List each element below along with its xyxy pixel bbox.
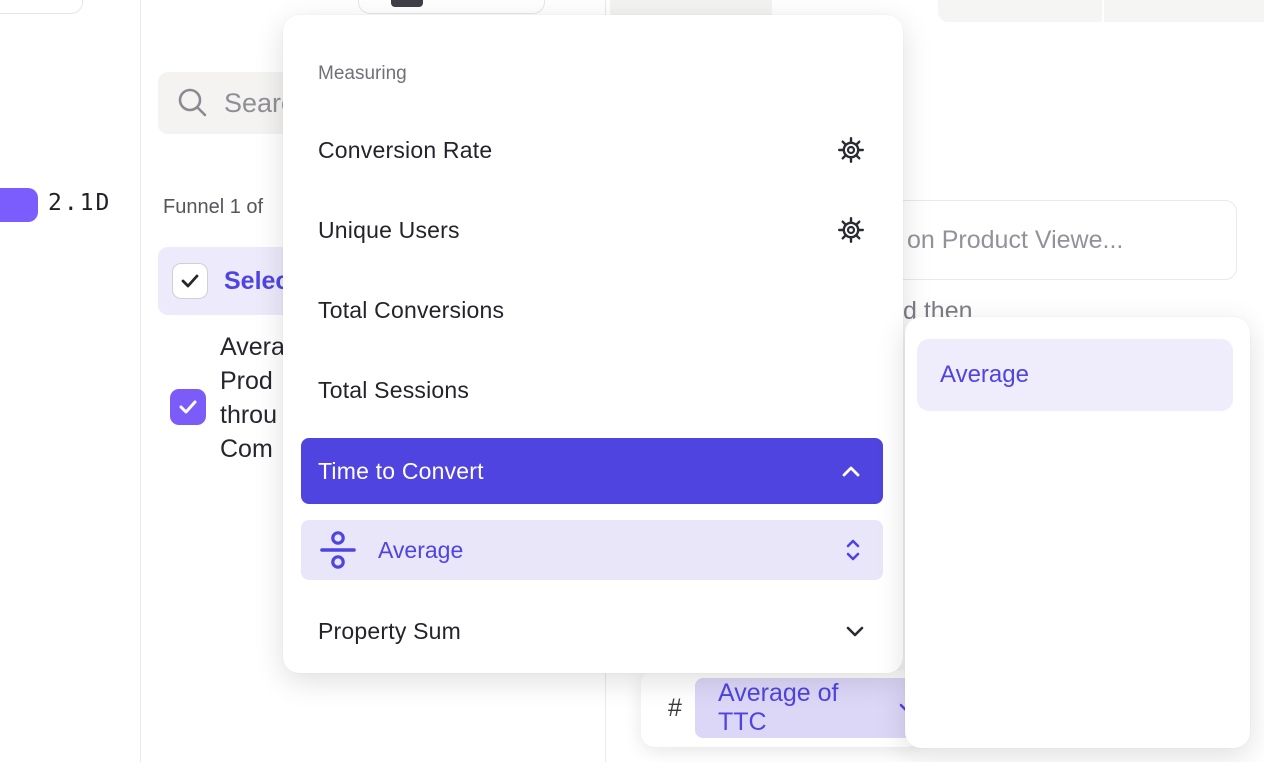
funnel-chart-icon: [391, 0, 423, 7]
menu-item-label: Average: [378, 537, 845, 564]
menu-item-label: Time to Convert: [318, 458, 484, 485]
aggregation-submenu: Average Median Percentile Minimum Maximu…: [905, 317, 1250, 748]
average-of-ttc-dropdown[interactable]: Average of TTC: [695, 678, 915, 738]
left-divider: [140, 0, 141, 762]
gear-icon[interactable]: [837, 216, 865, 244]
step-duration-badge: 2.1D: [48, 190, 111, 216]
submenu-item-label: Average: [940, 361, 1029, 389]
number-type-icon: #: [668, 694, 682, 723]
submenu-item-average[interactable]: Average: [917, 339, 1233, 411]
step-description-line: throu: [220, 398, 285, 432]
step-description-line: Com: [220, 432, 285, 466]
measuring-menu-header: Measuring: [318, 63, 407, 85]
chevron-down-icon: [845, 625, 865, 638]
check-icon: [179, 270, 201, 292]
step-description: Avera Prod throu Com: [220, 330, 285, 466]
gear-icon[interactable]: [837, 136, 865, 164]
menu-item-conversion-rate[interactable]: Conversion Rate: [283, 118, 903, 182]
event-selector-card[interactable]: on Product Viewe...: [880, 200, 1237, 280]
menu-item-total-conversions[interactable]: Total Conversions: [283, 278, 903, 342]
menu-item-label: Total Conversions: [318, 297, 504, 324]
divide-icon: [320, 529, 356, 571]
menu-item-label: Total Sessions: [318, 377, 469, 404]
menu-item-ttc-average[interactable]: Average: [301, 520, 883, 580]
funnel-count-label: Funnel 1 of: [163, 196, 263, 219]
search-icon: [176, 86, 210, 120]
top-gray-partial: [610, 0, 772, 16]
event-selector-label: on Product Viewe...: [907, 226, 1123, 255]
submenu-item-median[interactable]: Median: [905, 741, 1250, 762]
property-value-card: # Average of TTC: [641, 670, 921, 747]
menu-item-time-to-convert[interactable]: Time to Convert: [301, 438, 883, 504]
menu-item-label: Unique Users: [318, 217, 460, 244]
menu-item-label: Conversion Rate: [318, 137, 492, 164]
menu-item-property-sum[interactable]: Property Sum: [283, 599, 903, 663]
average-of-ttc-label: Average of TTC: [718, 679, 888, 737]
funnel-step-color-bar: [0, 188, 38, 222]
top-right-tab-2[interactable]: [1104, 0, 1264, 22]
chevron-up-icon: [841, 465, 861, 478]
top-right-tab-1[interactable]: [938, 0, 1102, 22]
funnel-measuring-screen: 2.1D Search Funnel 1 of Select Avera Pro…: [0, 0, 1264, 762]
menu-item-label: Property Sum: [318, 618, 461, 645]
measuring-menu: Measuring Conversion Rate Unique Users: [283, 15, 903, 673]
top-chart-type-partial[interactable]: [358, 0, 545, 14]
menu-item-unique-users[interactable]: Unique Users: [283, 198, 903, 262]
unfold-caret-icon: [845, 538, 861, 562]
select-all-checkbox[interactable]: [172, 263, 208, 299]
top-left-partial-control: [0, 0, 83, 14]
step-checkbox[interactable]: [170, 389, 206, 425]
check-icon: [177, 396, 199, 418]
step-description-line: Prod: [220, 364, 285, 398]
step-description-line: Avera: [220, 330, 285, 364]
menu-item-total-sessions[interactable]: Total Sessions: [283, 358, 903, 422]
